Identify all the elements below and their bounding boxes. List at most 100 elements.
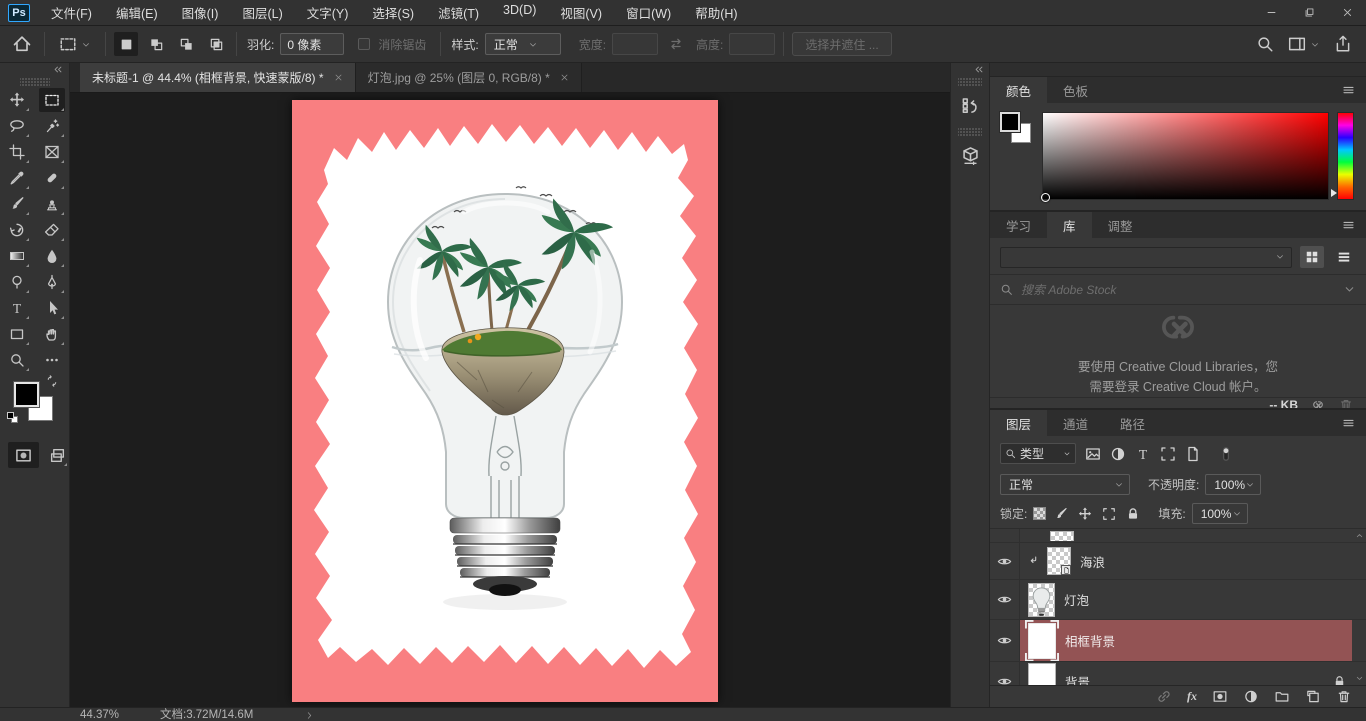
list-view-button[interactable] <box>1332 246 1356 268</box>
canvas-document[interactable] <box>292 100 718 702</box>
layer-visibility-icon[interactable] <box>997 554 1012 569</box>
blend-mode-select[interactable]: 正常 <box>1000 474 1130 495</box>
panel-menu-icon[interactable] <box>1341 219 1356 231</box>
lock-position-icon[interactable] <box>1078 507 1092 521</box>
dodge-tool[interactable] <box>4 270 30 294</box>
workspace-switcher-icon[interactable] <box>1288 35 1306 53</box>
library-search[interactable]: 搜索 Adobe Stock <box>990 274 1366 305</box>
menu-item-image[interactable]: 图像(I) <box>171 0 230 26</box>
brush-tool[interactable] <box>4 192 30 216</box>
new-layer-icon[interactable] <box>1305 689 1321 704</box>
expand-panels-button[interactable] <box>951 63 989 78</box>
document-tab-2[interactable]: 灯泡.jpg @ 25% (图层 0, RGB/8) * <box>356 63 582 92</box>
height-input[interactable] <box>729 33 775 55</box>
default-colors-icon[interactable] <box>7 412 19 424</box>
layer-filter-type-select[interactable]: 类型 <box>1000 443 1076 464</box>
new-group-icon[interactable] <box>1274 689 1290 704</box>
add-to-selection-button[interactable] <box>144 32 168 56</box>
menu-item-help[interactable]: 帮助(H) <box>684 0 748 26</box>
opacity-select[interactable]: 100% <box>1205 474 1261 495</box>
subtract-selection-button[interactable] <box>174 32 198 56</box>
lock-artboard-icon[interactable] <box>1102 507 1116 521</box>
saturation-brightness-field[interactable] <box>1042 112 1329 200</box>
layer-visibility-icon[interactable] <box>997 633 1012 648</box>
new-selection-button[interactable] <box>114 32 138 56</box>
menu-item-filter[interactable]: 滤镜(T) <box>427 0 490 26</box>
link-layers-icon[interactable] <box>1156 689 1172 704</box>
minimize-button[interactable] <box>1252 0 1290 25</box>
layer-style-fx-icon[interactable]: fx <box>1187 689 1197 704</box>
tab-adjustments[interactable]: 调整 <box>1092 212 1149 238</box>
layer-row-partial[interactable] <box>990 529 1366 543</box>
eraser-tool[interactable] <box>39 218 65 242</box>
layer-list-scrollbar[interactable] <box>1352 529 1366 685</box>
layer-name[interactable]: 相框背景 <box>1065 631 1115 650</box>
layer-visibility-icon[interactable] <box>997 592 1012 607</box>
layer-filter-toggle[interactable] <box>1218 446 1234 462</box>
swap-colors-icon[interactable] <box>46 375 58 387</box>
rectangle-tool[interactable] <box>4 322 30 346</box>
tab-channels[interactable]: 通道 <box>1047 410 1104 436</box>
layer-thumbnail[interactable] <box>1028 663 1056 685</box>
tab-swatches[interactable]: 色板 <box>1047 77 1104 103</box>
3d-panel-button[interactable] <box>953 138 987 172</box>
menu-item-3d[interactable]: 3D(D) <box>492 0 547 26</box>
layer-row[interactable]: 灯泡 <box>990 580 1366 620</box>
close-tab-icon[interactable] <box>334 73 343 82</box>
layer-name[interactable]: 灯泡 <box>1064 590 1089 609</box>
menu-item-view[interactable]: 视图(V) <box>549 0 613 26</box>
filter-type-layers-icon[interactable]: T <box>1135 446 1151 462</box>
new-adjustment-layer-icon[interactable] <box>1243 689 1259 704</box>
lock-transparency-icon[interactable] <box>1033 507 1046 520</box>
move-tool[interactable] <box>4 88 30 112</box>
canvas-pasteboard[interactable] <box>70 93 950 707</box>
filter-shape-layers-icon[interactable] <box>1160 446 1176 462</box>
panel-menu-icon[interactable] <box>1341 84 1356 96</box>
add-layer-mask-icon[interactable] <box>1212 689 1228 704</box>
document-tab-1[interactable]: 未标题-1 @ 44.4% (相框背景, 快速蒙版/8) * <box>80 63 356 92</box>
scroll-up-icon[interactable] <box>1355 531 1364 540</box>
layer-thumbnail[interactable] <box>1028 623 1056 659</box>
scroll-down-icon[interactable] <box>1355 674 1364 683</box>
clone-stamp-tool[interactable] <box>39 192 65 216</box>
home-icon[interactable] <box>12 34 32 54</box>
layer-row[interactable]: 海浪 <box>990 543 1366 580</box>
type-tool[interactable]: T <box>4 296 30 320</box>
quick-selection-tool[interactable] <box>39 114 65 138</box>
antialias-checkbox[interactable] <box>358 38 370 50</box>
select-and-mask-button[interactable]: 选择并遮住 ... <box>792 32 891 56</box>
layer-visibility-icon[interactable] <box>997 674 1012 686</box>
hue-slider-handle[interactable] <box>1331 189 1337 197</box>
menu-item-layer[interactable]: 图层(L) <box>231 0 293 26</box>
filter-pixel-layers-icon[interactable] <box>1085 446 1101 462</box>
zoom-level-field[interactable]: 44.37% <box>80 708 160 721</box>
menu-item-edit[interactable]: 编辑(E) <box>105 0 169 26</box>
menu-item-select[interactable]: 选择(S) <box>361 0 425 26</box>
delete-layer-icon[interactable] <box>1336 689 1352 704</box>
eyedropper-tool[interactable] <box>4 166 30 190</box>
tab-color[interactable]: 颜色 <box>990 77 1047 103</box>
layer-row-selected[interactable]: 相框背景 <box>990 620 1366 662</box>
restore-button[interactable] <box>1290 0 1328 25</box>
tab-layers[interactable]: 图层 <box>990 410 1047 436</box>
color-picker-handle[interactable] <box>1041 193 1050 202</box>
panel-menu-icon[interactable] <box>1341 417 1356 429</box>
tool-preset-picker[interactable] <box>53 32 97 56</box>
feather-input[interactable] <box>280 33 344 55</box>
zoom-tool[interactable] <box>4 348 30 372</box>
history-brush-tool[interactable] <box>4 218 30 242</box>
blur-tool[interactable] <box>39 244 65 268</box>
menu-item-type[interactable]: 文字(Y) <box>296 0 360 26</box>
history-panel-button[interactable] <box>953 88 987 122</box>
tab-paths[interactable]: 路径 <box>1104 410 1161 436</box>
quick-mask-mode-button[interactable] <box>8 442 39 468</box>
edit-toolbar-button[interactable] <box>39 348 65 372</box>
grid-view-button[interactable] <box>1300 246 1324 268</box>
layer-row[interactable]: 背景 <box>990 662 1366 685</box>
library-select[interactable] <box>1000 247 1292 268</box>
layer-thumbnail[interactable] <box>1047 547 1071 575</box>
fill-select[interactable]: 100% <box>1192 503 1248 524</box>
search-icon[interactable] <box>1256 35 1274 53</box>
gradient-tool[interactable] <box>4 244 30 268</box>
status-options-icon[interactable] <box>305 711 314 720</box>
